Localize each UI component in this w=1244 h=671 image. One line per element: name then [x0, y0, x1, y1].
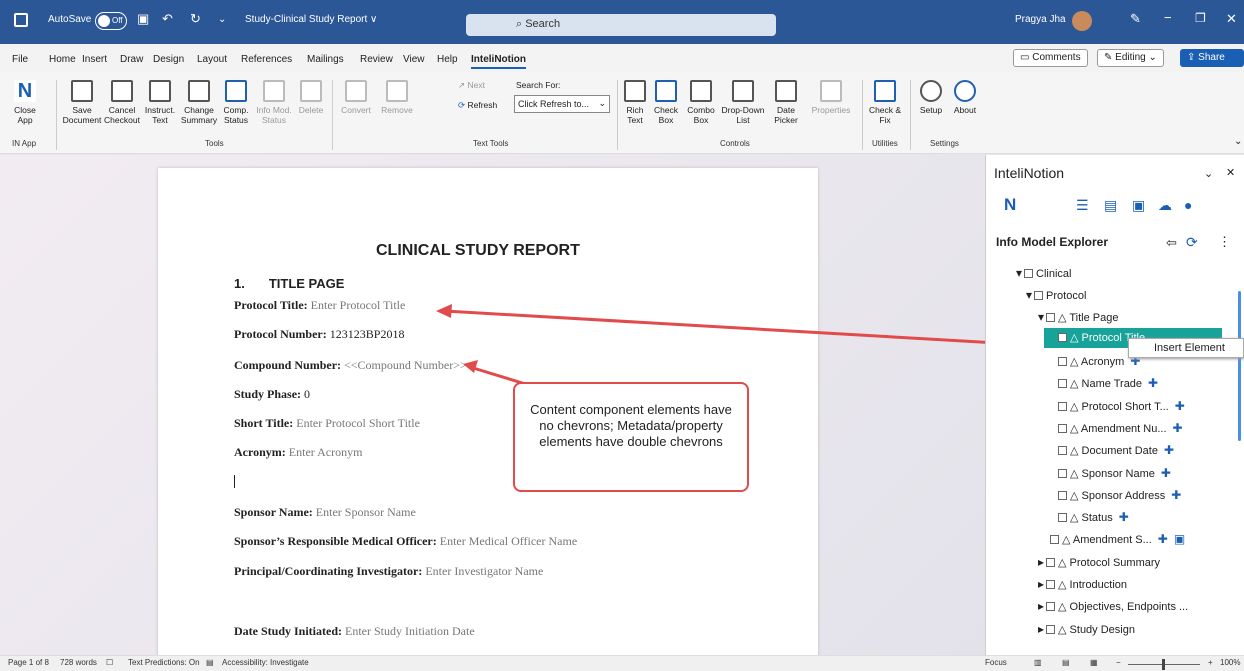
page-count[interactable]: Page 1 of 8	[8, 658, 49, 667]
unlock-icon[interactable]: ▣	[1132, 197, 1145, 214]
zoom-slider[interactable]	[1128, 659, 1200, 670]
panel-title: InteliNotion	[994, 165, 1065, 181]
panel-scrollbar[interactable]	[1238, 291, 1241, 441]
tree-node[interactable]: ▾ Protocol	[1026, 288, 1086, 302]
list-icon[interactable]: ☰	[1076, 197, 1089, 214]
close-panel-icon[interactable]: ✕	[1226, 166, 1235, 179]
arrowhead	[463, 360, 478, 373]
refresh-icon[interactable]: ⟳	[1186, 234, 1198, 251]
display-settings-icon[interactable]: ▤	[206, 658, 214, 667]
callout-box: Content component elements have no chevr…	[513, 382, 749, 492]
tree-node[interactable]: ▸ △ Introduction	[1038, 577, 1127, 591]
media-icon: ▣	[1173, 532, 1186, 546]
user-menu-icon[interactable]: ●	[1184, 197, 1192, 213]
cloud-upload-icon[interactable]: ☁	[1158, 197, 1172, 214]
tree-node[interactable]: △ Sponsor Name ✚	[1058, 466, 1171, 480]
puzzle-icon: ✚	[1148, 376, 1159, 390]
tree-node[interactable]: △ Status ✚	[1058, 510, 1129, 524]
zoom-slider-thumb[interactable]	[1162, 659, 1165, 670]
puzzle-icon: ✚	[1157, 532, 1168, 546]
tree-node[interactable]: ▾ △ Title Page	[1038, 310, 1118, 324]
puzzle-icon: ✚	[1174, 399, 1185, 413]
zoom-in-icon[interactable]: +	[1208, 658, 1213, 667]
puzzle-icon: ✚	[1171, 488, 1182, 502]
web-layout-icon[interactable]: ▦	[1090, 658, 1098, 667]
puzzle-icon: ✚	[1118, 510, 1129, 524]
context-menu-insert-element[interactable]: Insert Element	[1128, 338, 1244, 358]
panel-options-icon[interactable]: ⌄	[1204, 167, 1213, 180]
status-bar: Page 1 of 8 728 words ☐ Text Predictions…	[0, 655, 1244, 671]
hierarchy-icon[interactable]: ▤	[1104, 197, 1117, 214]
tree-node[interactable]: △ Amendment Nu... ✚	[1058, 421, 1183, 435]
arrowhead	[436, 304, 452, 318]
tree-node[interactable]: △ Name Trade ✚	[1058, 376, 1158, 390]
tree-node[interactable]: △ Amendment S... ✚ ▣	[1050, 532, 1185, 546]
proofing-icon[interactable]: ☐	[106, 658, 113, 667]
read-mode-icon[interactable]: ▥	[1034, 658, 1042, 667]
text-predictions[interactable]: Text Predictions: On	[128, 658, 200, 667]
puzzle-icon: ✚	[1163, 443, 1175, 457]
tree-node[interactable]: △ Protocol Short T... ✚	[1058, 399, 1185, 413]
puzzle-icon: ✚	[1160, 466, 1171, 480]
intelinotion-panel: InteliNotion ⌄ ✕ N ☰ ▤ ▣ ☁ ● Info Model …	[985, 155, 1244, 655]
word-count[interactable]: 728 words	[60, 658, 97, 667]
zoom-out-icon[interactable]: −	[1116, 658, 1121, 667]
accessibility-status[interactable]: Accessibility: Investigate	[222, 658, 309, 667]
tree-node[interactable]: ▸ △ Protocol Summary	[1038, 555, 1160, 569]
tree-node[interactable]: ▸ △ Study Design	[1038, 622, 1135, 636]
tree-node[interactable]: △ Document Date ✚	[1058, 443, 1174, 457]
more-options-icon[interactable]: ⋮	[1218, 234, 1231, 250]
puzzle-icon: ✚	[1172, 421, 1183, 435]
tree-node[interactable]: △ Sponsor Address ✚	[1058, 488, 1181, 502]
tree-node[interactable]: ▾ Clinical	[1016, 266, 1072, 280]
intelinotion-logo-icon: N	[1004, 195, 1017, 214]
focus-button[interactable]: Focus	[985, 658, 1007, 667]
tree-node[interactable]: ▸ △ Objectives, Endpoints ...	[1038, 599, 1188, 613]
print-layout-icon[interactable]: ▤	[1062, 658, 1070, 667]
explorer-title: Info Model Explorer	[996, 235, 1109, 249]
back-icon[interactable]: ⇦	[1166, 235, 1177, 251]
zoom-level[interactable]: 100%	[1220, 658, 1240, 667]
arrow-to-protocol-title	[444, 309, 1033, 347]
